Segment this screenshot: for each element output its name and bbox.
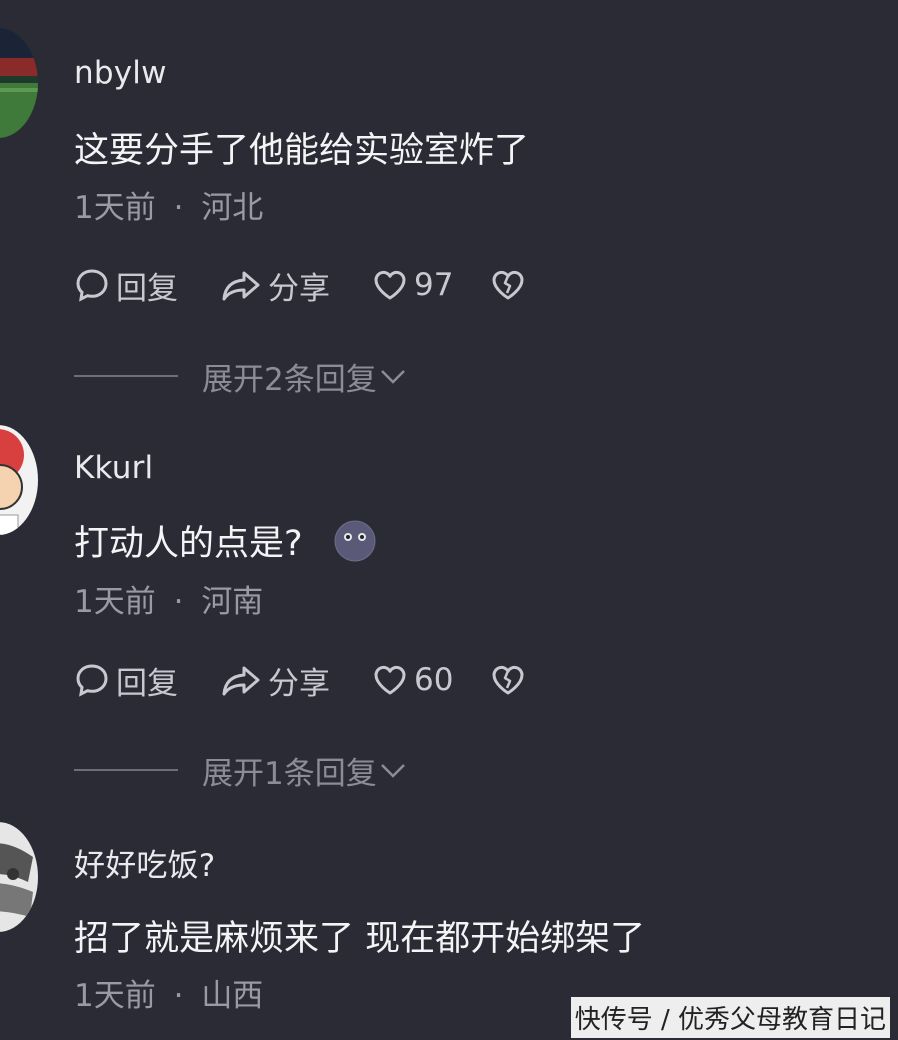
avatar[interactable] bbox=[0, 28, 38, 138]
heart-icon bbox=[374, 665, 406, 695]
expand-replies-button[interactable]: 展开1条回复 bbox=[74, 750, 474, 792]
divider-line bbox=[74, 769, 178, 771]
comment-location: 河北 bbox=[201, 190, 264, 226]
comment-bubble-icon bbox=[76, 664, 108, 697]
comment-time: 1天前 bbox=[74, 584, 156, 620]
divider-line bbox=[74, 375, 178, 377]
expand-replies-label: 展开1条回复 bbox=[202, 755, 377, 792]
share-label: 分享 bbox=[268, 270, 330, 307]
broken-heart-icon bbox=[492, 270, 524, 300]
comment-time: 1天前 bbox=[74, 190, 156, 226]
reply-label: 回复 bbox=[116, 270, 178, 307]
comment-time: 1天前 bbox=[74, 978, 156, 1014]
action-bar: 回复 分享 97 bbox=[74, 265, 574, 307]
avatar[interactable] bbox=[0, 425, 38, 535]
expand-replies-button[interactable]: 展开2条回复 bbox=[74, 356, 474, 398]
avatar[interactable] bbox=[0, 822, 38, 932]
reply-button[interactable]: 回复 bbox=[74, 265, 178, 307]
comment-meta: 1天前 · 河北 bbox=[74, 182, 263, 227]
username[interactable]: nbylw bbox=[74, 55, 167, 91]
username[interactable]: 好好吃饭? bbox=[74, 840, 215, 885]
meta-separator: · bbox=[173, 978, 184, 1014]
heart-icon bbox=[374, 270, 406, 300]
meta-separator: · bbox=[173, 190, 184, 226]
dislike-button[interactable] bbox=[490, 265, 526, 305]
comment-text: 打动人的点是? bbox=[74, 515, 376, 566]
like-count: 60 bbox=[414, 662, 454, 698]
comment-text: 招了就是麻烦来了 现在都开始绑架了 bbox=[74, 919, 646, 959]
comment-text-content: 打动人的点是? bbox=[74, 524, 303, 564]
smiling-face-emoji bbox=[334, 520, 376, 562]
like-count: 97 bbox=[414, 267, 454, 303]
chevron-down-icon bbox=[380, 370, 405, 384]
meta-separator: · bbox=[173, 584, 184, 620]
comment-text: 这要分手了他能给实验室炸了 bbox=[74, 131, 530, 171]
watermark: 快传号 / 优秀父母教育日记 bbox=[570, 997, 890, 1038]
reply-label: 回复 bbox=[116, 665, 178, 702]
share-button[interactable]: 分享 bbox=[220, 265, 330, 307]
username[interactable]: Kkurl bbox=[74, 450, 153, 486]
share-arrow-icon bbox=[222, 271, 260, 301]
broken-heart-icon bbox=[492, 665, 524, 695]
share-arrow-icon bbox=[222, 666, 260, 696]
comment-location: 山西 bbox=[201, 978, 264, 1014]
share-button[interactable]: 分享 bbox=[220, 660, 330, 702]
chevron-down-icon bbox=[380, 764, 405, 778]
comment-bubble-icon bbox=[76, 269, 108, 302]
comment-location: 河南 bbox=[201, 584, 264, 620]
dislike-button[interactable] bbox=[490, 660, 526, 700]
comment-meta: 1天前 · 山西 bbox=[74, 970, 263, 1015]
share-label: 分享 bbox=[268, 665, 330, 702]
expand-replies-label: 展开2条回复 bbox=[202, 361, 377, 398]
like-button[interactable]: 97 bbox=[372, 265, 453, 305]
reply-button[interactable]: 回复 bbox=[74, 660, 178, 702]
comment-meta: 1天前 · 河南 bbox=[74, 576, 263, 621]
action-bar: 回复 分享 60 bbox=[74, 660, 574, 702]
like-button[interactable]: 60 bbox=[372, 660, 453, 700]
